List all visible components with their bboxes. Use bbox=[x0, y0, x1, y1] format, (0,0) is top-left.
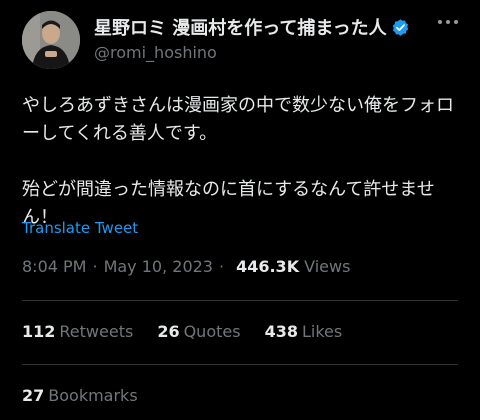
retweets-label: Retweets bbox=[59, 322, 134, 341]
author-handle[interactable]: @romi_hoshino bbox=[94, 43, 217, 62]
author-name-row[interactable]: 星野ロミ 漫画村を作って捕まった人 bbox=[94, 14, 410, 40]
more-options-icon[interactable] bbox=[438, 20, 458, 24]
meta-separator: · bbox=[92, 257, 98, 276]
author-display-name[interactable]: 星野ロミ 漫画村を作って捕まった人 bbox=[94, 14, 387, 40]
retweets-count: 112 bbox=[22, 322, 56, 341]
tweet-text-line-1: やしろあずきさんは漫画家の中で数少ない俺をフォローしてくれる善人です。 bbox=[22, 95, 454, 144]
views-count: 446.3K bbox=[236, 257, 300, 276]
tweet-date[interactable]: May 10, 2023 bbox=[104, 257, 213, 276]
tweet-detail: 星野ロミ 漫画村を作って捕まった人 @romi_hoshino やしろあずきさん… bbox=[0, 0, 480, 420]
bookmarks-count: 27 bbox=[22, 386, 45, 405]
quotes-count: 26 bbox=[157, 322, 180, 341]
views-label: Views bbox=[304, 257, 351, 276]
translate-tweet-link[interactable]: Translate Tweet bbox=[22, 219, 138, 237]
tweet-meta: 8:04 PM · May 10, 2023 · 446.3K Views bbox=[22, 257, 350, 276]
divider bbox=[22, 300, 458, 301]
meta-separator-2: · bbox=[218, 257, 225, 276]
tweet-text: やしろあずきさんは漫画家の中で数少ない俺をフォローしてくれる善人です。 殆どが間… bbox=[22, 92, 462, 232]
divider-2 bbox=[22, 364, 458, 365]
likes-label: Likes bbox=[301, 322, 343, 341]
avatar-photo bbox=[22, 11, 80, 69]
quotes-stat[interactable]: 26 Quotes bbox=[157, 322, 240, 341]
bookmarks-label: Bookmarks bbox=[48, 386, 138, 405]
tweet-time[interactable]: 8:04 PM bbox=[22, 257, 86, 276]
likes-count: 438 bbox=[264, 322, 298, 341]
bookmarks-stat[interactable]: 27 Bookmarks bbox=[22, 386, 138, 405]
avatar[interactable] bbox=[22, 11, 80, 69]
likes-stat[interactable]: 438 Likes bbox=[265, 322, 343, 341]
engagement-stats: 112 Retweets 26 Quotes 438 Likes bbox=[22, 322, 366, 341]
verified-badge-icon bbox=[391, 18, 410, 37]
quotes-label: Quotes bbox=[183, 322, 241, 341]
retweets-stat[interactable]: 112 Retweets bbox=[22, 322, 133, 341]
